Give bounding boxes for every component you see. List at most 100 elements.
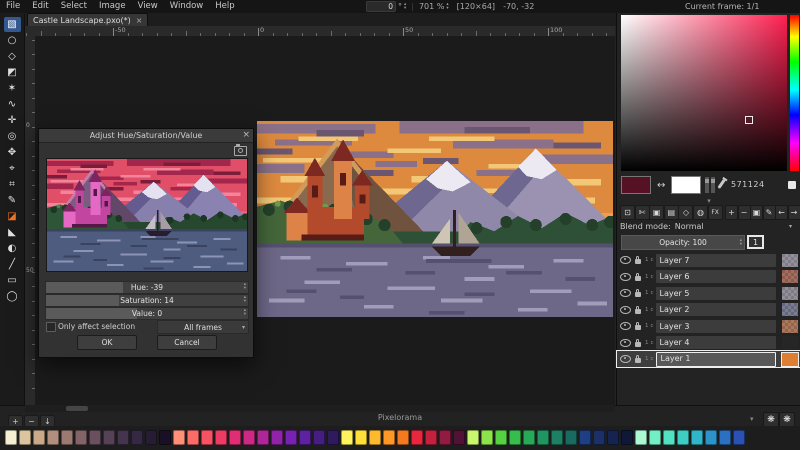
layer-row-layer-2[interactable]: 1cLayer 2 [617,302,800,318]
ok-button[interactable]: OK [77,335,137,350]
palette-swatch[interactable] [271,430,283,445]
zoom-level[interactable]: 701 % [419,2,444,11]
move-frame-left-button[interactable]: ← [775,205,788,220]
tool-color-picker[interactable]: ⌖ [4,161,21,176]
palette-swatch[interactable] [299,430,311,445]
palette-swatch[interactable] [173,430,185,445]
tool-polygon-select[interactable]: ◇ [4,49,21,64]
lock-cel-button[interactable]: ⊡ [620,205,635,220]
layer-name[interactable]: Layer 5 [656,287,776,300]
palette-swatch[interactable] [635,430,647,445]
paste-cel-button[interactable]: ▤ [664,205,679,220]
layer-row-layer-3[interactable]: 1cLayer 3 [617,318,800,334]
visibility-eye-icon[interactable] [620,273,631,281]
palette-swatch[interactable] [691,430,703,445]
palette-swatch[interactable] [677,430,689,445]
palette-swatch[interactable] [145,430,157,445]
palette-swatch[interactable] [5,430,17,445]
palette-swatch[interactable] [131,430,143,445]
palette-swatch[interactable] [467,430,479,445]
lock-icon[interactable] [635,342,641,347]
palette-swatch[interactable] [187,430,199,445]
hue-spinner[interactable] [244,283,246,291]
menu-view[interactable]: View [132,0,164,13]
lock-icon[interactable] [635,292,641,297]
lock-icon[interactable] [635,325,641,330]
menu-file[interactable]: File [0,0,26,13]
visibility-eye-icon[interactable] [620,355,631,363]
cel-thumbnail[interactable] [782,336,798,349]
palette-swatch[interactable] [243,430,255,445]
palette-swatch[interactable] [537,430,549,445]
tool-eraser[interactable]: ◪ [4,209,21,224]
visibility-eye-icon[interactable] [620,306,631,314]
cel-thumbnail[interactable] [782,320,798,333]
palette-swatch[interactable] [75,430,87,445]
palette-swatch[interactable] [397,430,409,445]
tool-shading[interactable]: ◐ [4,241,21,256]
visibility-eye-icon[interactable] [620,289,631,297]
palette-swatch[interactable] [719,430,731,445]
color-cursor[interactable] [745,116,753,124]
palette-swatch[interactable] [663,430,675,445]
palette-swatch[interactable] [327,430,339,445]
cut-cel-button[interactable]: ✄ [635,205,650,220]
hue-slider[interactable]: Hue: -39 [45,281,249,294]
cel-thumbnail[interactable] [782,303,798,316]
palette-swatch[interactable] [425,430,437,445]
tool-lasso[interactable]: ∿ [4,97,21,112]
value-mini-slider[interactable] [705,177,709,193]
rotation-spinner[interactable] [404,3,406,11]
hex-color-field[interactable]: 571124 [731,180,765,189]
palette-swatch[interactable] [453,430,465,445]
horizontal-scrollbar[interactable] [25,405,615,412]
palette-swatch[interactable] [411,430,423,445]
palette-swatch[interactable] [47,430,59,445]
palette-swatch[interactable] [551,430,563,445]
tab-close-icon[interactable] [136,16,143,25]
palette-swatch[interactable] [285,430,297,445]
rotation-control[interactable]: 0 ° | 701 % [120×64] -70, -32 [366,0,534,13]
menu-select[interactable]: Select [55,0,93,13]
lock-icon[interactable] [635,309,641,314]
opacity-slider[interactable]: Opacity: 100 [621,235,745,250]
visibility-eye-icon[interactable] [620,322,631,330]
blend-mode-row[interactable]: Blend mode: Normal [620,220,798,232]
value-spinner[interactable] [244,309,246,317]
remove-frame-button[interactable]: − [738,205,751,220]
zoom-spinner[interactable] [446,3,448,11]
tool-line[interactable]: ╱ [4,257,21,272]
brushes-expand-icon[interactable] [750,415,754,423]
clone-frame-button[interactable]: ▣ [750,205,763,220]
palette-swatch[interactable] [117,430,129,445]
add-frame-button[interactable]: + [725,205,738,220]
menu-image[interactable]: Image [93,0,132,13]
lock-icon[interactable] [635,276,641,281]
saturation-value-picker[interactable] [621,15,787,171]
cel-thumbnail[interactable] [782,270,798,283]
only-affect-selection-checkbox[interactable] [46,322,56,332]
saturation-slider[interactable]: Saturation: 14 [45,294,249,307]
cancel-button[interactable]: Cancel [157,335,217,350]
tool-magic-wand[interactable]: ✶ [4,81,21,96]
hue-saturation-dialog[interactable]: Adjust Hue/Saturation/Value Hue: -39Satu… [38,128,254,358]
palette-swatch[interactable] [215,430,227,445]
palette-swatch[interactable] [621,430,633,445]
expand-picker-icon[interactable]: ▾ [617,197,800,205]
dialog-close-icon[interactable] [242,129,250,142]
menu-window[interactable]: Window [164,0,210,13]
layer-name[interactable]: Layer 4 [656,336,776,349]
layer-name[interactable]: Layer 2 [656,303,776,316]
palette-swatch[interactable] [733,430,745,445]
hue-slider[interactable] [790,15,799,171]
blend-mode-value[interactable]: Normal [675,222,704,231]
eyedropper-icon[interactable] [717,179,725,189]
tool-pencil[interactable]: ✎ [4,193,21,208]
palette-swatch[interactable] [607,430,619,445]
menu-help[interactable]: Help [209,0,240,13]
alpha-mini-slider[interactable] [711,177,715,193]
palette-swatch[interactable] [159,430,171,445]
palette-swatch[interactable] [383,430,395,445]
tool-rectangle[interactable]: ▭ [4,273,21,288]
palette-swatch[interactable] [355,430,367,445]
